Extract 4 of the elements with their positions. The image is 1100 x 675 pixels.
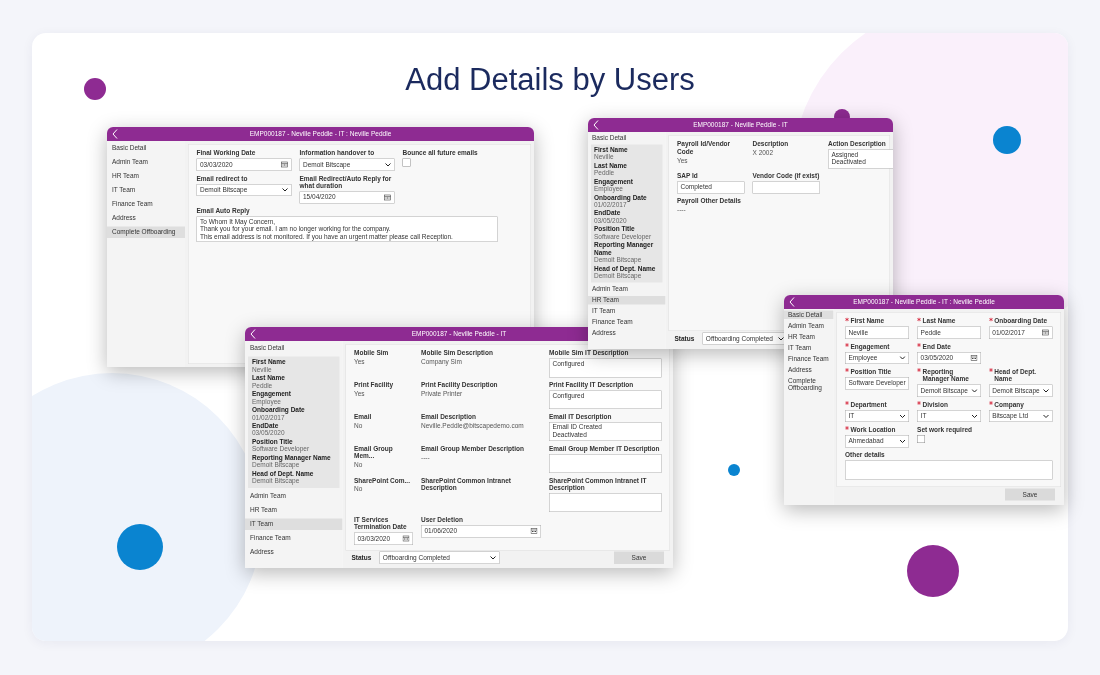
input-field[interactable] [752, 181, 820, 194]
checkbox[interactable] [402, 158, 411, 167]
checkbox[interactable] [917, 435, 925, 443]
page-heading: Add Details by Users [405, 61, 695, 99]
